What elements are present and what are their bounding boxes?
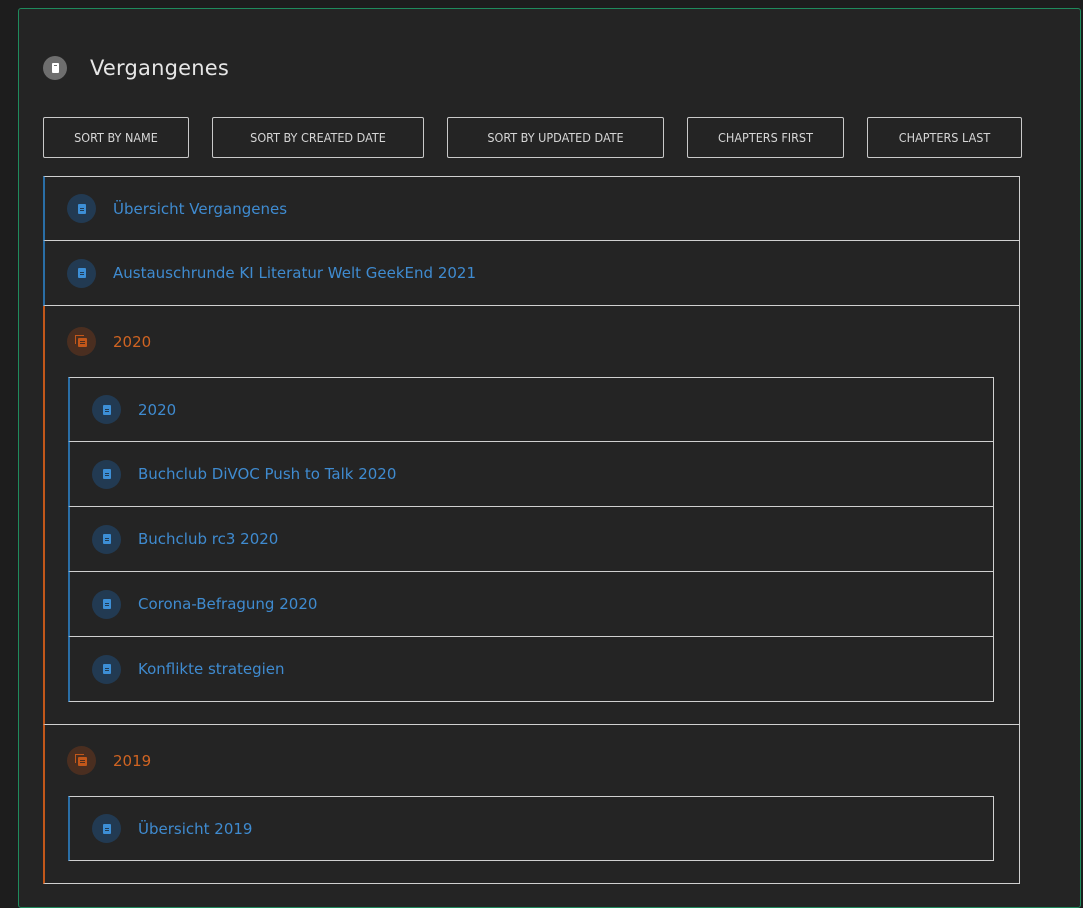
chapter-icon	[67, 746, 96, 775]
page-icon	[92, 589, 121, 619]
page-icon	[67, 258, 96, 288]
chapter-pages-list: Übersicht 2019	[68, 796, 994, 861]
page-item-label[interactable]: Konflikte strategien	[138, 660, 285, 678]
chapter-header[interactable]: 2020	[45, 306, 1019, 377]
chapter-2020: 2020 2020 Buchclub DiVOC Push to Talk 20…	[43, 306, 1020, 725]
page-icon	[67, 194, 96, 223]
page-item[interactable]: Übersicht Vergangenes	[43, 176, 1020, 241]
sort-by-created-date-button[interactable]: SORT BY CREATED DATE	[212, 117, 424, 158]
sort-toolbar: SORT BY NAME SORT BY CREATED DATE SORT B…	[43, 117, 1022, 158]
page-item-label[interactable]: 2020	[138, 401, 176, 419]
chapter-page-item[interactable]: 2020	[68, 377, 994, 442]
chapter-page-item[interactable]: Übersicht 2019	[68, 796, 994, 861]
chapter-pages-list: 2020 Buchclub DiVOC Push to Talk 2020 Bu…	[68, 377, 994, 702]
chapter-2019: 2019 Übersicht 2019	[43, 725, 1020, 884]
page-title: Vergangenes	[90, 56, 230, 80]
chapter-page-item[interactable]: Buchclub rc3 2020	[68, 507, 994, 572]
chapter-icon	[67, 327, 96, 356]
book-icon	[43, 56, 67, 80]
page-icon	[92, 524, 121, 554]
chapter-page-item[interactable]: Konflikte strategien	[68, 637, 994, 702]
page-item-label[interactable]: Buchclub rc3 2020	[138, 530, 278, 548]
sort-by-name-button[interactable]: SORT BY NAME	[43, 117, 189, 158]
page-item-label[interactable]: Corona-Befragung 2020	[138, 595, 317, 613]
page-item-label[interactable]: Übersicht 2019	[138, 820, 252, 838]
page-icon	[92, 459, 121, 489]
chapter-header[interactable]: 2019	[45, 725, 1019, 796]
chapters-first-button[interactable]: CHAPTERS FIRST	[687, 117, 844, 158]
page-icon	[92, 395, 121, 424]
page-icon	[92, 654, 121, 684]
page-item-label[interactable]: Buchclub DiVOC Push to Talk 2020	[138, 465, 396, 483]
page-header: Vergangenes	[43, 56, 229, 80]
page-icon	[92, 814, 121, 843]
page-item-label[interactable]: Übersicht Vergangenes	[113, 200, 287, 218]
chapter-label[interactable]: 2020	[113, 333, 151, 351]
page-item[interactable]: Austauschrunde KI Literatur Welt GeekEnd…	[43, 241, 1020, 306]
chapter-page-item[interactable]: Buchclub DiVOC Push to Talk 2020	[68, 442, 994, 507]
page-item-label[interactable]: Austauschrunde KI Literatur Welt GeekEnd…	[113, 264, 476, 282]
book-contents-list: Übersicht Vergangenes Austauschrunde KI …	[43, 176, 1020, 884]
chapters-last-button[interactable]: CHAPTERS LAST	[867, 117, 1022, 158]
chapter-page-item[interactable]: Corona-Befragung 2020	[68, 572, 994, 637]
chapter-label[interactable]: 2019	[113, 752, 151, 770]
sort-by-updated-date-button[interactable]: SORT BY UPDATED DATE	[447, 117, 664, 158]
